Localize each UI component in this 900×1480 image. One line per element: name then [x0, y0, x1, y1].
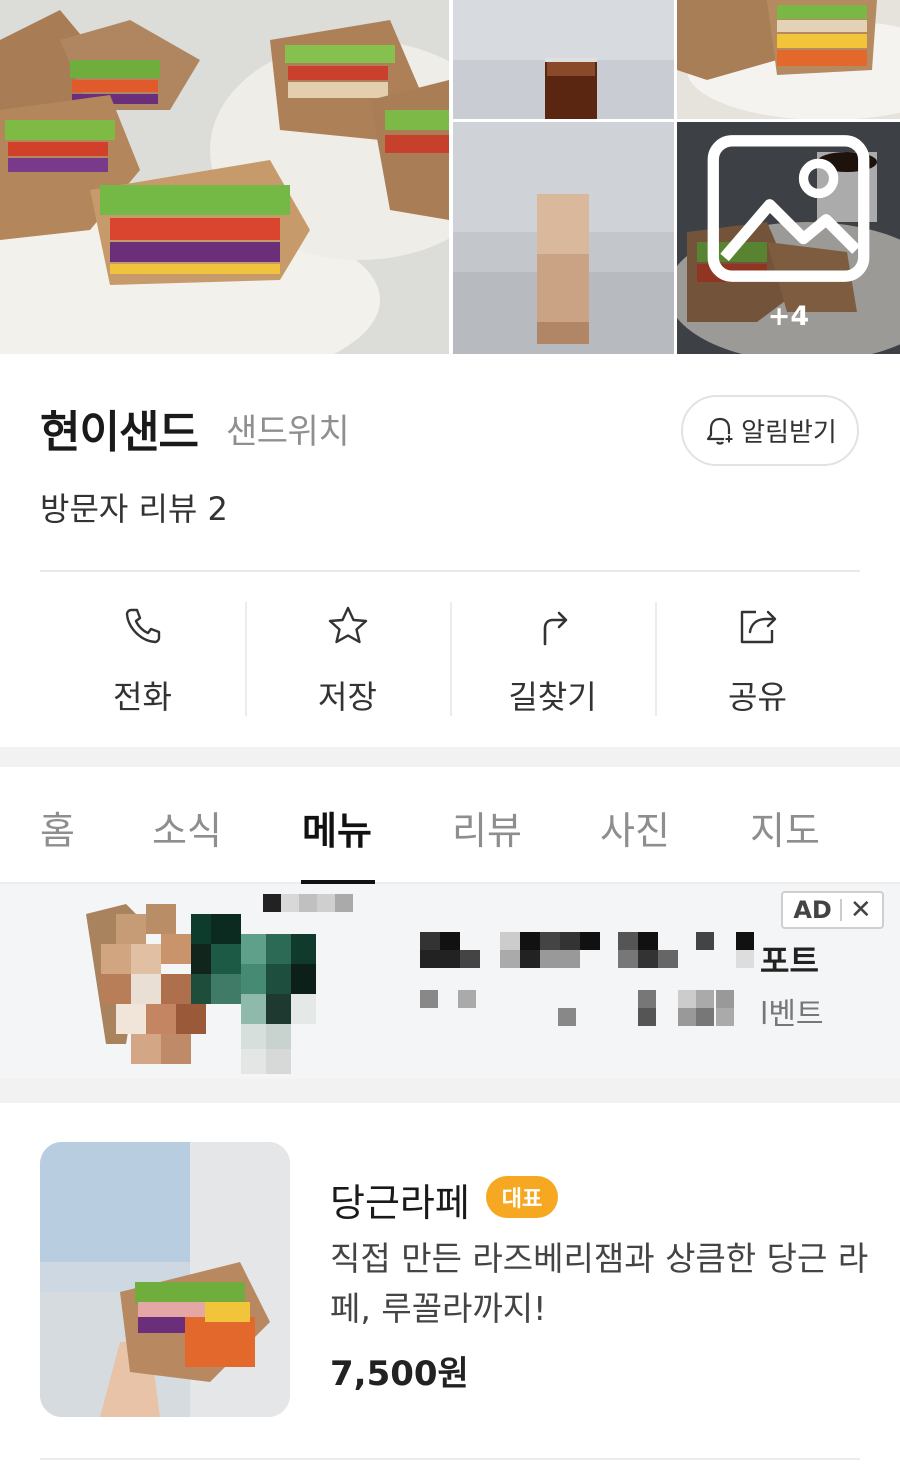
phone-icon: [125, 608, 160, 644]
place-category: 샌드위치: [226, 412, 350, 452]
more-photos-overlay[interactable]: +4: [677, 122, 900, 354]
call-button[interactable]: 전화: [40, 600, 245, 718]
sandwich-closeup-photo[interactable]: [677, 0, 900, 119]
tab-bar: 홈 소식 메뉴 리뷰 사진 지도: [0, 767, 900, 883]
menu-item-description: 직접 만든 라즈베리잼과 상큼한 당근 라페, 루꼴라까지!: [330, 1239, 869, 1328]
photo-gallery: +4: [0, 0, 900, 354]
iced-latte-photo[interactable]: [453, 122, 674, 354]
tab-reviews[interactable]: 리뷰: [452, 800, 522, 855]
ad-subtitle-visible: l벤트: [760, 997, 824, 1032]
ad-title-visible: 포트: [760, 942, 819, 980]
tab-menu[interactable]: 메뉴: [302, 800, 372, 855]
coffee-and-sandwich-photo[interactable]: +4: [677, 122, 900, 354]
share-icon: [740, 610, 776, 644]
divider: [40, 1458, 860, 1460]
section-gap: [0, 747, 900, 767]
directions-label: 길찾기: [508, 678, 597, 716]
section-gap: [0, 1079, 900, 1103]
ad-badge: AD ✕: [781, 891, 884, 929]
more-photos-count: +4: [767, 301, 810, 332]
share-label: 공유: [728, 678, 787, 716]
sandwich-plate-photo[interactable]: [0, 0, 449, 354]
ad-separator: [839, 899, 842, 921]
place-name: 현이샌드: [40, 407, 199, 458]
ad-text-blurred: [420, 932, 754, 1026]
tab-map[interactable]: 지도: [750, 800, 820, 855]
bell-plus-icon: [707, 417, 735, 445]
notify-button[interactable]: 알림받기: [681, 395, 859, 466]
tab-news[interactable]: 소식: [152, 800, 222, 855]
ad-image-blurred: [86, 894, 353, 1074]
ad-banner[interactable]: 포트 l벤트 AD ✕: [0, 884, 900, 1079]
menu-item-name: 당근라페: [330, 1181, 470, 1225]
divider: [40, 570, 860, 572]
close-icon[interactable]: ✕: [850, 897, 872, 923]
ad-label: AD: [793, 896, 832, 924]
save-label: 저장: [318, 678, 377, 716]
iced-americano-photo[interactable]: [453, 0, 674, 119]
signature-badge: 대표: [486, 1176, 558, 1218]
call-label: 전화: [113, 678, 172, 716]
visitor-reviews-link[interactable]: 방문자 리뷰 2: [40, 484, 228, 530]
save-button[interactable]: 저장: [245, 600, 450, 718]
share-button[interactable]: 공유: [655, 600, 860, 718]
image-icon: [707, 135, 870, 282]
menu-item-photo[interactable]: [40, 1142, 290, 1417]
tab-photos[interactable]: 사진: [600, 800, 670, 855]
directions-button[interactable]: 길찾기: [450, 600, 655, 718]
star-icon: [328, 606, 367, 644]
notify-label: 알림받기: [741, 418, 837, 448]
tab-home[interactable]: 홈: [40, 800, 75, 855]
menu-item-price: 7,500원: [330, 1354, 469, 1394]
directions-icon: [543, 611, 567, 646]
action-bar: 전화 저장 길찾기 공유: [40, 600, 860, 718]
